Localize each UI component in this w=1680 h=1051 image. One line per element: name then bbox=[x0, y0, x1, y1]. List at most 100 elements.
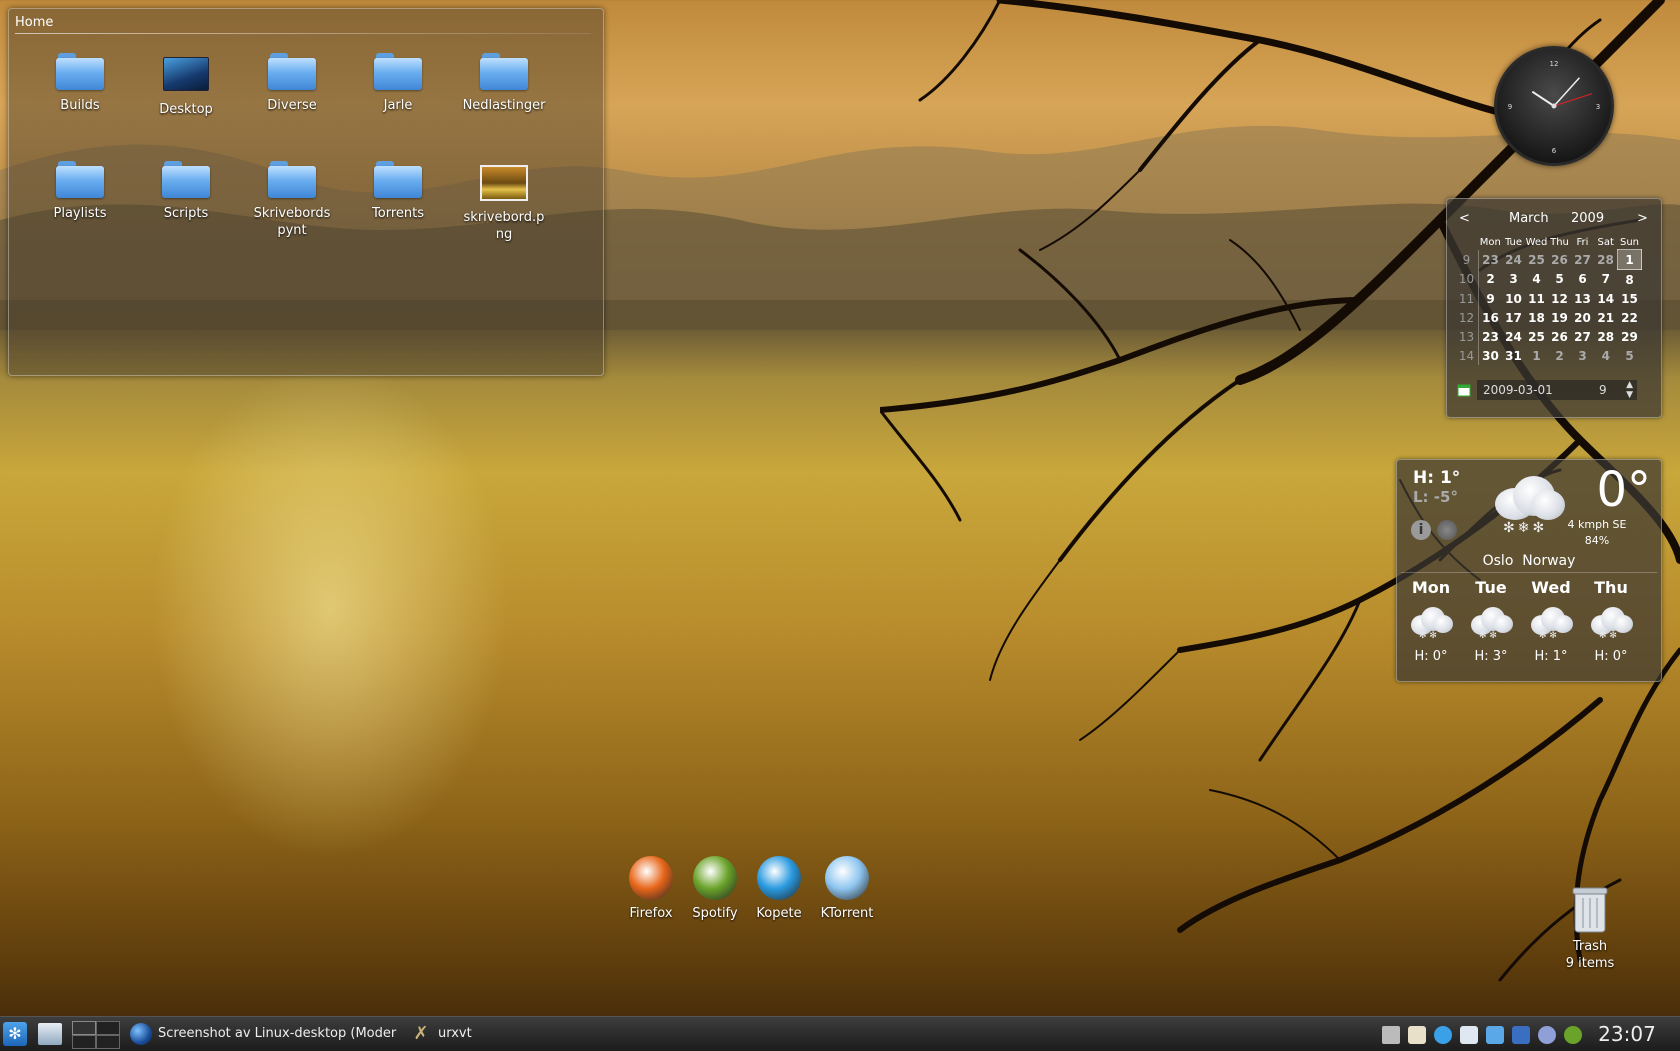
spotify-launcher[interactable]: Spotify bbox=[680, 856, 750, 921]
download-tray-icon[interactable] bbox=[1486, 1026, 1504, 1044]
pager-desktop-2[interactable] bbox=[96, 1021, 120, 1035]
globe-icon[interactable] bbox=[1437, 520, 1457, 540]
kopete-tray-icon[interactable] bbox=[1434, 1026, 1452, 1044]
calendar-day[interactable]: 9 bbox=[1479, 289, 1503, 308]
week-number: 13 bbox=[1455, 327, 1479, 346]
folder-view-widget[interactable]: Home Builds Desktop Diverse Jarle Nedlasting… bbox=[8, 8, 604, 376]
folder-item[interactable]: Builds bbox=[30, 53, 130, 114]
item-label: Desktop bbox=[159, 102, 213, 117]
folder-item[interactable]: Jarle bbox=[348, 53, 448, 114]
calendar-day[interactable]: 12 bbox=[1548, 289, 1571, 308]
image-file-item[interactable]: skrivebord.p ng bbox=[454, 161, 554, 243]
folder-item[interactable]: Skrivebords pynt bbox=[242, 161, 342, 239]
calendar-day[interactable]: 5 bbox=[1548, 270, 1571, 290]
folder-item[interactable]: Scripts bbox=[136, 161, 236, 222]
hour-hand bbox=[1531, 90, 1555, 107]
next-month-button[interactable]: > bbox=[1637, 211, 1648, 226]
calendar-day[interactable]: 29 bbox=[1618, 327, 1642, 346]
calendar-day[interactable]: 10 bbox=[1502, 289, 1525, 308]
forecast-day-label: Thu bbox=[1594, 578, 1628, 597]
taskbar-clock[interactable]: 23:07 bbox=[1594, 1017, 1660, 1051]
kde-menu-icon[interactable]: ✻ bbox=[3, 1022, 27, 1046]
pager[interactable] bbox=[72, 1021, 120, 1049]
analog-clock[interactable]: 12 3 6 9 bbox=[1494, 46, 1614, 166]
weather-widget[interactable]: H: 1° L: -5° i ✻❄✻ 0° 4 kmph SE 84% Oslo… bbox=[1396, 459, 1662, 682]
folder-icon bbox=[268, 161, 316, 201]
kopete-launcher[interactable]: Kopete bbox=[744, 856, 814, 921]
calendar-day[interactable]: 15 bbox=[1618, 289, 1642, 308]
folder-item[interactable]: Playlists bbox=[30, 161, 130, 222]
year-label[interactable]: 2009 bbox=[1571, 211, 1604, 226]
ktorrent-launcher[interactable]: KTorrent bbox=[812, 856, 882, 921]
calendar-day[interactable]: 18 bbox=[1525, 308, 1548, 327]
calendar-day[interactable]: 2 bbox=[1479, 270, 1503, 290]
info-icon[interactable]: i bbox=[1411, 520, 1431, 540]
firefox-launcher[interactable]: Firefox bbox=[616, 856, 686, 921]
forecast-high: H: 0° bbox=[1414, 649, 1448, 664]
calendar-day[interactable]: 27 bbox=[1571, 327, 1594, 346]
calendar-day[interactable]: 23 bbox=[1479, 250, 1503, 270]
show-desktop-icon[interactable] bbox=[38, 1023, 62, 1045]
calendar-day[interactable]: 11 bbox=[1525, 289, 1548, 308]
calendar-day[interactable]: 24 bbox=[1502, 327, 1525, 346]
calendar-day[interactable]: 24 bbox=[1502, 250, 1525, 270]
today-high: H: 1° bbox=[1413, 468, 1461, 488]
calendar-day[interactable]: 22 bbox=[1618, 308, 1642, 327]
pager-desktop-4[interactable] bbox=[96, 1035, 120, 1049]
week-spinbox[interactable]: 9 ▲ ▼ bbox=[1593, 380, 1637, 400]
folder-item[interactable]: Torrents bbox=[348, 161, 448, 222]
calendar-day[interactable]: 23 bbox=[1479, 327, 1503, 346]
pager-desktop-3[interactable] bbox=[72, 1035, 96, 1049]
calendar-day[interactable]: 25 bbox=[1525, 250, 1548, 270]
task-terminal[interactable]: ✗ urxvt bbox=[410, 1017, 510, 1051]
clipboard-icon[interactable] bbox=[1408, 1026, 1426, 1044]
date-input[interactable]: 2009-03-01 bbox=[1477, 380, 1593, 400]
calendar-widget[interactable]: < March 2009 > Mon Tue Wed Thu Fri Sat Sun 9 23 2… bbox=[1446, 198, 1662, 418]
calendar-day[interactable]: 20 bbox=[1571, 308, 1594, 327]
calendar-day[interactable]: 14 bbox=[1594, 289, 1618, 308]
calendar-day[interactable]: 26 bbox=[1548, 327, 1571, 346]
trash-icon-item[interactable]: Trash 9 items bbox=[1538, 884, 1642, 972]
calendar-day[interactable]: 30 bbox=[1479, 346, 1503, 365]
calendar-day[interactable]: 4 bbox=[1525, 270, 1548, 290]
spin-arrows-icon[interactable]: ▲ ▼ bbox=[1626, 380, 1633, 400]
day-header: Sun bbox=[1619, 236, 1640, 248]
calendar-day[interactable]: 26 bbox=[1548, 250, 1571, 270]
calendar-day[interactable]: 13 bbox=[1571, 289, 1594, 308]
calendar-day[interactable]: 6 bbox=[1571, 270, 1594, 290]
task-browser[interactable]: Screenshot av Linux-desktop (Moder bbox=[130, 1017, 400, 1051]
calendar-day[interactable]: 3 bbox=[1571, 346, 1594, 365]
calendar-day[interactable]: 3 bbox=[1502, 270, 1525, 290]
spotify-tray-icon[interactable] bbox=[1564, 1026, 1582, 1044]
pager-desktop-1[interactable] bbox=[72, 1021, 96, 1035]
folder-item[interactable]: Nedlastinger bbox=[454, 53, 554, 114]
folder-icon bbox=[162, 161, 210, 201]
calendar-day[interactable]: 7 bbox=[1594, 270, 1618, 290]
calendar-day[interactable]: 21 bbox=[1594, 308, 1618, 327]
calendar-day[interactable]: 28 bbox=[1594, 250, 1618, 270]
calendar-day[interactable]: 2 bbox=[1548, 346, 1571, 365]
network-tray-icon[interactable] bbox=[1512, 1026, 1530, 1044]
folder-item[interactable]: Diverse bbox=[242, 53, 342, 114]
share-tray-icon[interactable] bbox=[1538, 1026, 1556, 1044]
item-label: Playlists bbox=[53, 206, 107, 221]
calendar-day[interactable]: 27 bbox=[1571, 250, 1594, 270]
calendar-day[interactable]: 19 bbox=[1548, 308, 1571, 327]
prev-month-button[interactable]: < bbox=[1459, 211, 1470, 226]
calendar-day[interactable]: 16 bbox=[1479, 308, 1503, 327]
calendar-day[interactable]: 5 bbox=[1618, 346, 1642, 365]
calendar-day[interactable]: 31 bbox=[1502, 346, 1525, 365]
calendar-icon[interactable] bbox=[1457, 383, 1471, 397]
calendar-day[interactable]: 1 bbox=[1525, 346, 1548, 365]
notes-tray-icon[interactable] bbox=[1460, 1026, 1478, 1044]
calendar-day[interactable]: 28 bbox=[1594, 327, 1618, 346]
day-header: Sat bbox=[1597, 236, 1614, 248]
desktop-folder-item[interactable]: Desktop bbox=[136, 53, 236, 118]
calendar-day[interactable]: 8 bbox=[1618, 270, 1642, 290]
calendar-day[interactable]: 4 bbox=[1594, 346, 1618, 365]
month-label[interactable]: March bbox=[1509, 211, 1549, 226]
calendar-day[interactable]: 1 bbox=[1617, 249, 1642, 270]
calendar-day[interactable]: 17 bbox=[1502, 308, 1525, 327]
calendar-day[interactable]: 25 bbox=[1525, 327, 1548, 346]
volume-icon[interactable] bbox=[1382, 1026, 1400, 1044]
